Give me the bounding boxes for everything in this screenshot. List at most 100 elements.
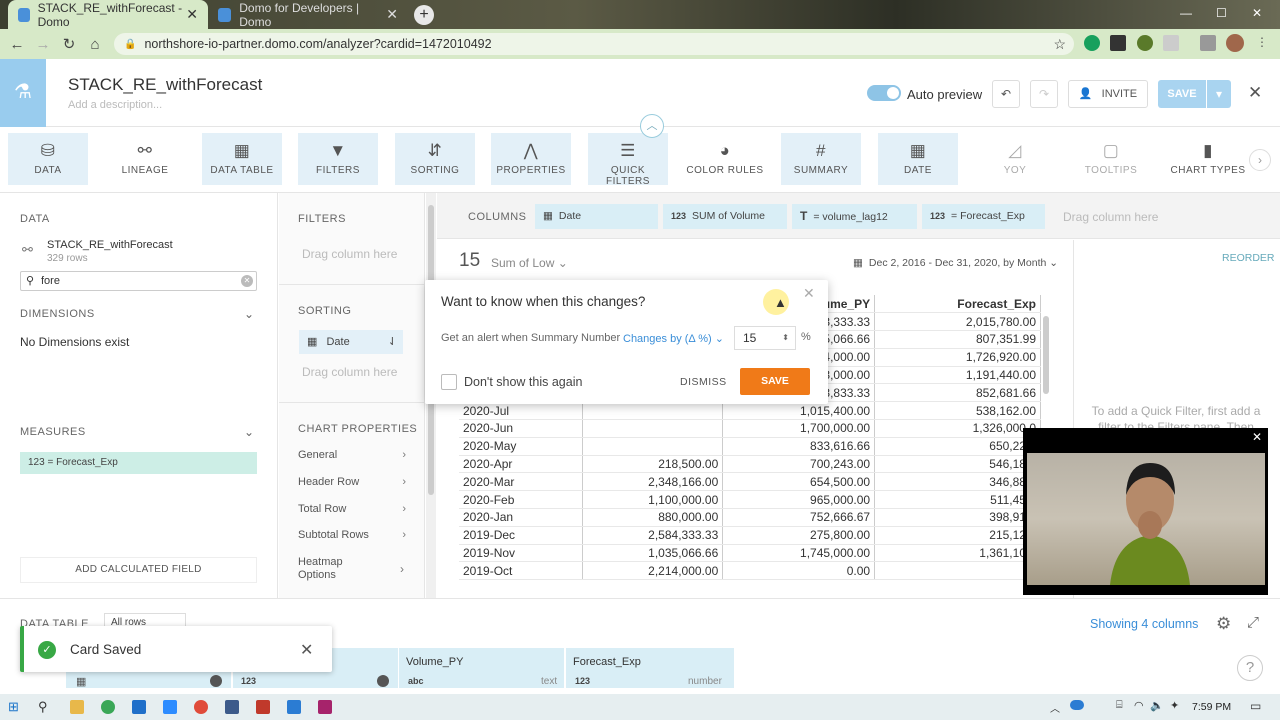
column-pill-date[interactable]: ▦ Date [535,204,658,229]
toolbar-data[interactable]: ⛁ DATA [8,133,88,185]
bottom-column-volume-py[interactable] [399,648,564,688]
summary-number[interactable]: 15 [459,250,480,272]
windows-start-icon[interactable]: ⊞ [8,699,19,715]
reorder-button[interactable]: REORDER [1222,252,1275,264]
close-tab-icon[interactable]: ✕ [186,6,198,23]
chart-prop-heatmap-options[interactable]: Heatmap Options [298,556,378,582]
close-window-icon[interactable]: ✕ [1252,6,1262,20]
file-explorer-icon[interactable] [70,700,84,714]
browser-tab[interactable]: Domo for Developers | Domo ✕ [208,0,408,29]
toolbar-chart-types[interactable]: ▮ CHART TYPES [1168,133,1248,185]
browser-menu-icon[interactable]: ⋮ [1256,35,1268,49]
save-dropdown-button[interactable]: ▾ [1207,80,1231,108]
filters-drop-zone[interactable]: Drag column here [302,247,397,261]
toolbar-next-icon[interactable]: › [1249,149,1271,171]
toolbar-filters[interactable]: ▼ FILTERS [298,133,378,185]
card-title[interactable]: STACK_RE_withForecast [68,75,262,95]
table-scrollbar-thumb[interactable] [1043,316,1049,394]
redo-button[interactable]: ↷ [1030,80,1058,108]
new-tab-button[interactable]: + [414,5,434,25]
columns-drop-zone[interactable]: Drag column here [1063,210,1158,224]
chart-prop-subtotal-rows[interactable]: Subtotal Rows › [298,529,408,541]
zoom-icon[interactable] [163,700,177,714]
toolbar-yoy[interactable]: ◿ YOY [975,133,1055,185]
stepper-icon[interactable]: ⬍ [782,327,789,349]
alert-save-button[interactable]: SAVE [740,368,810,395]
network-icon[interactable]: ⌸ [1116,699,1123,712]
save-card-button[interactable]: SAVE [1158,80,1206,108]
browser-tab-active[interactable]: STACK_RE_withForecast - Domo ✕ [8,0,208,29]
column-handle-icon[interactable] [377,675,389,687]
sort-descending-icon[interactable]: ⇃ [388,330,397,354]
toolbar-summary[interactable]: # SUMMARY [781,133,861,185]
notifications-icon[interactable]: ▭ [1250,699,1261,713]
app-icon[interactable] [225,700,239,714]
forward-icon[interactable]: → [30,36,56,53]
collapse-toolbar-icon[interactable]: ︿ [640,114,664,138]
extension-icon[interactable] [1137,35,1153,51]
table-header-cell[interactable]: Forecast_Exp [874,295,1041,314]
extension-icon[interactable] [1163,35,1179,51]
undo-button[interactable]: ↶ [992,80,1020,108]
reading-list-icon[interactable] [1200,35,1216,51]
toolbar-quick-filters[interactable]: ☰ QUICK FILTERS [588,133,668,187]
column-pill-volume[interactable]: 123 SUM of Volume [663,204,787,229]
column-pill-forecast-exp[interactable]: 123 = Forecast_Exp [922,204,1045,229]
dropbox-icon[interactable]: ✦ [1170,699,1179,712]
back-icon[interactable]: ← [4,36,30,53]
measure-forecast-exp[interactable]: 123 = Forecast_Exp [20,452,257,474]
grammarly-extension-icon[interactable] [1084,35,1100,51]
search-icon[interactable]: ⚲ [38,699,48,715]
card-description[interactable]: Add a description... [68,99,162,111]
maximize-icon[interactable]: ☐ [1216,6,1227,20]
column-handle-icon[interactable] [210,675,222,687]
alert-threshold-input[interactable]: 15 ⬍ [734,326,796,350]
volume-icon[interactable]: 🔈 [1150,699,1164,712]
close-tab-icon[interactable]: ✕ [386,6,398,23]
chrome-icon[interactable] [194,700,208,714]
outlook-icon[interactable] [132,700,146,714]
field-search-input[interactable]: ⚲ fore ✕ [20,271,257,291]
chart-prop-general[interactable]: General › [298,449,408,461]
notion-extension-icon[interactable] [1110,35,1126,51]
sorting-drop-zone[interactable]: Drag column here [302,365,397,379]
toolbar-lineage[interactable]: ⚯ LINEAGE [105,133,185,185]
help-button[interactable]: ? [1237,655,1263,681]
onedrive-icon[interactable] [1070,700,1084,710]
sort-item-date[interactable]: ▦ Date ⇃ [299,330,403,354]
toolbar-properties[interactable]: ⋀ PROPERTIES [491,133,571,185]
column-pill-volume-lag12[interactable]: T = volume_lag12 [792,204,917,229]
toolbar-date[interactable]: ▦ DATE [878,133,958,185]
close-popup-icon[interactable]: ✕ [803,285,815,302]
clear-search-icon[interactable]: ✕ [241,275,253,287]
toolbar-tooltips[interactable]: ▢ TOOLTIPS [1071,133,1151,185]
reload-icon[interactable]: ↻ [56,35,82,53]
add-calculated-field-button[interactable]: ADD CALCULATED FIELD [20,557,257,583]
change-type-dropdown[interactable]: Changes by (Δ %) ⌄ [623,332,724,345]
toolbar-color-rules[interactable]: ◕ COLOR RULES [685,133,765,185]
bookmark-star-icon[interactable]: ☆ [1053,36,1066,53]
chrome-app-icon[interactable] [101,700,115,714]
close-webcam-icon[interactable]: ✕ [1252,430,1262,444]
dataset-name[interactable]: STACK_RE_withForecast [47,239,173,251]
wifi-icon[interactable]: ◠ [1134,699,1144,712]
toolbar-data-table[interactable]: ▦ DATA TABLE [202,133,282,185]
app-icon[interactable] [318,700,332,714]
date-range-selector[interactable]: ▦ Dec 2, 2016 - Dec 31, 2020, by Month ⌄ [853,257,1058,269]
invite-button[interactable]: 👤 INVITE [1068,80,1148,108]
gear-icon[interactable]: ⚙ [1216,614,1231,634]
auto-preview-toggle[interactable] [867,85,901,101]
taskbar-clock[interactable]: 7:59 PM [1192,701,1231,713]
close-analyzer-icon[interactable]: ✕ [1248,83,1262,103]
home-icon[interactable]: ⌂ [82,36,108,53]
chart-prop-total-row[interactable]: Total Row › [298,503,408,515]
profile-avatar[interactable] [1226,34,1244,52]
app-icon[interactable] [256,700,270,714]
chart-prop-header-row[interactable]: Header Row › [298,476,408,488]
close-toast-icon[interactable]: ✕ [300,640,313,660]
vscode-icon[interactable] [287,700,301,714]
toolbar-sorting[interactable]: ⇵ SORTING [395,133,475,185]
expand-icon[interactable]: ⤢ [1247,614,1259,631]
summary-label[interactable]: Sum of Low ⌄ [491,256,568,270]
address-bar[interactable]: 🔒 northshore-io-partner.domo.com/analyze… [114,33,1074,55]
